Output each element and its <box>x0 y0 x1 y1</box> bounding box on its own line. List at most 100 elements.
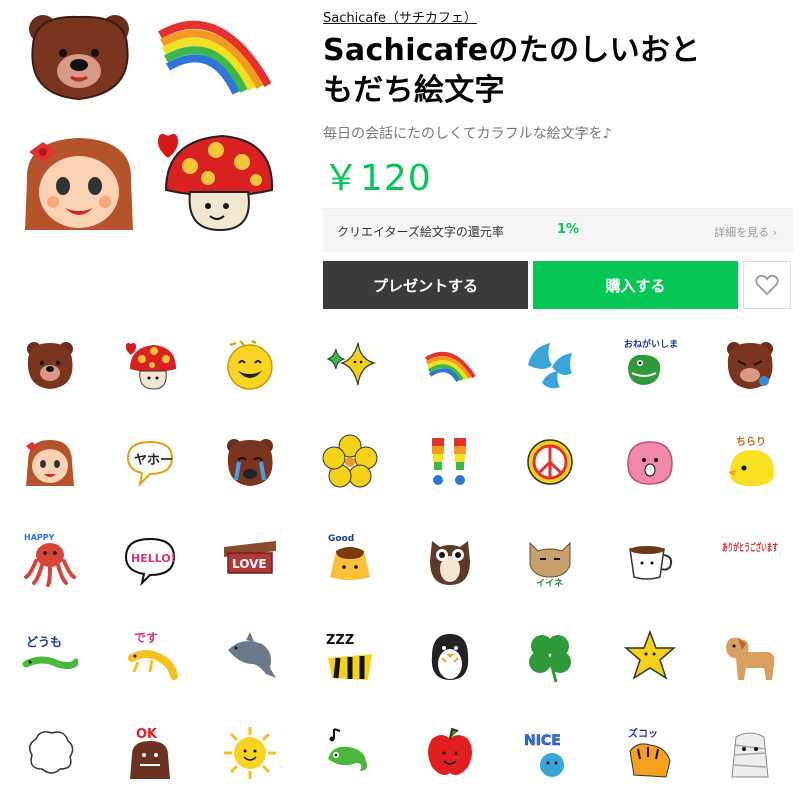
author-link[interactable]: Sachicafe（サチカフェ） <box>323 7 477 26</box>
ok-text: OK <box>136 727 158 742</box>
yaho-speech-icon: ヤホー <box>126 440 173 487</box>
emoji-ok-monster[interactable]: OK <box>100 703 200 800</box>
hero-preview <box>0 0 300 300</box>
emoji-dog[interactable] <box>700 606 800 706</box>
product-info: Sachicafe（サチカフェ） Sachicafeのたのしいおと もだち絵文字… <box>323 0 793 201</box>
mushroom-large-icon <box>150 120 280 250</box>
royalty-details-link[interactable]: 詳細を見る › <box>714 224 777 240</box>
product-price: ￥120 <box>323 158 432 199</box>
bear-face-large-icon <box>15 5 145 135</box>
bear-crying-icon <box>227 439 273 486</box>
emoji-love-sign[interactable]: LOVE <box>200 509 300 609</box>
emoji-yaho-speech[interactable]: ヤホー <box>100 412 200 512</box>
lizard-doumo-icon: どうも <box>22 635 78 670</box>
emoji-dinosaur-onegaishimasu[interactable]: おねがいします <box>600 315 700 415</box>
emoji-peace-sign[interactable] <box>500 412 600 512</box>
chameleon-icon <box>328 728 368 771</box>
emoji-penguin[interactable] <box>400 606 500 706</box>
iine-text: イイネ <box>536 578 563 587</box>
emoji-bear-grumpy[interactable] <box>700 315 800 415</box>
gift-button[interactable]: プレゼントする <box>323 261 528 309</box>
emoji-water-drops[interactable] <box>500 315 600 415</box>
emoji-arigatou-text[interactable]: ありがとうございます <box>700 509 800 609</box>
love-text: LOVE <box>232 557 267 571</box>
sparkle-stars-icon <box>326 342 377 386</box>
desu-text: です <box>134 631 158 645</box>
emoji-pudding-good[interactable]: Good <box>300 509 400 609</box>
bear-grumpy-icon <box>727 342 773 389</box>
emoji-tiger-zuko[interactable]: ズコッ <box>600 703 700 800</box>
emoji-smiley-sun[interactable] <box>200 315 300 415</box>
product-title-line2: もだち絵文字 <box>323 73 505 108</box>
owl-icon <box>430 541 470 585</box>
arigatou-text: ありがとうございます <box>722 541 778 554</box>
emoji-rainbow[interactable] <box>400 315 500 415</box>
product-description: 毎日の会話にたのしくてカラフルな絵文字を♪ <box>323 126 612 142</box>
emoji-mummy[interactable] <box>700 703 800 800</box>
dog-icon <box>726 637 775 680</box>
bear-face-icon <box>27 342 73 389</box>
heart-outline-icon <box>755 274 779 296</box>
peace-sign-icon <box>527 439 573 485</box>
emoji-apple-smile[interactable] <box>400 703 500 800</box>
chirari-text: ちらり <box>736 436 766 448</box>
yaho-text: ヤホー <box>134 453 173 468</box>
apple-smile-icon <box>428 727 472 775</box>
emoji-owl[interactable] <box>400 509 500 609</box>
pudding-icon: Good <box>328 534 370 580</box>
emoji-sun-smile[interactable] <box>200 703 300 800</box>
clover-icon <box>529 635 571 683</box>
puff-cloud-icon <box>29 731 74 774</box>
emoji-octopus-happy[interactable]: HAPPY <box>0 509 100 609</box>
onegai-text: おねがいします <box>624 338 678 350</box>
emoji-rainbow-exclamation[interactable] <box>400 412 500 512</box>
action-buttons: プレゼントする 購入する <box>323 261 793 309</box>
buy-button[interactable]: 購入する <box>533 261 738 309</box>
zzz-text: ZZZ <box>326 633 354 648</box>
emoji-lizard-desu[interactable]: です <box>100 606 200 706</box>
emoji-coffee-cup[interactable] <box>600 509 700 609</box>
emoji-mushroom[interactable] <box>100 315 200 415</box>
emoji-puff-cloud[interactable] <box>0 703 100 800</box>
lizard-desu-icon: です <box>128 631 178 680</box>
yellow-flower-icon <box>322 434 378 488</box>
emoji-pink-blob[interactable] <box>600 412 700 512</box>
doumo-text: どうも <box>26 635 62 649</box>
nice-blue-icon: NICE <box>524 733 564 777</box>
emoji-grid: おねがいします ヤホー <box>0 315 800 800</box>
zuko-text: ズコッ <box>628 727 658 740</box>
water-drops-icon <box>528 343 572 389</box>
bee-zzz-icon: ZZZ <box>326 633 372 680</box>
happy-text: HAPPY <box>24 533 55 542</box>
emoji-dolphin[interactable] <box>200 606 300 706</box>
emoji-nice-blue[interactable]: NICE <box>500 703 600 800</box>
emoji-lizard-doumo[interactable]: どうも <box>0 606 100 706</box>
girl-face-large-icon <box>15 120 145 250</box>
mushroom-icon <box>126 343 176 390</box>
hello-speech-icon: HELLO! <box>124 537 176 587</box>
royalty-label: クリエイターズ絵文字の還元率 <box>337 225 504 239</box>
emoji-chameleon-music[interactable] <box>300 703 400 800</box>
emoji-girl-face[interactable] <box>0 412 100 512</box>
emoji-yellow-flower[interactable] <box>300 412 400 512</box>
emoji-chick-chirari[interactable]: ちらり <box>700 412 800 512</box>
rainbow-icon <box>424 351 476 383</box>
nice-text: NICE <box>524 733 561 749</box>
emoji-cat-iine[interactable]: イイネ <box>500 509 600 609</box>
favorite-button[interactable] <box>743 261 791 309</box>
emoji-bear-face[interactable] <box>0 315 100 415</box>
sun-smile-icon <box>224 727 276 779</box>
coffee-cup-icon <box>629 546 673 580</box>
rainbow-exclamation-icon <box>432 438 466 485</box>
emoji-star[interactable] <box>600 606 700 706</box>
emoji-bee-zzz[interactable]: ZZZ <box>300 606 400 706</box>
emoji-hello-speech[interactable]: HELLO! <box>100 509 200 609</box>
star-icon <box>623 629 677 680</box>
smiley-sun-icon <box>227 339 273 390</box>
emoji-clover[interactable] <box>500 606 600 706</box>
dolphin-icon <box>228 632 276 678</box>
love-sign-icon: LOVE <box>224 541 276 574</box>
mummy-icon <box>731 732 769 778</box>
emoji-bear-crying[interactable] <box>200 412 300 512</box>
emoji-sparkle-stars[interactable] <box>300 315 400 415</box>
